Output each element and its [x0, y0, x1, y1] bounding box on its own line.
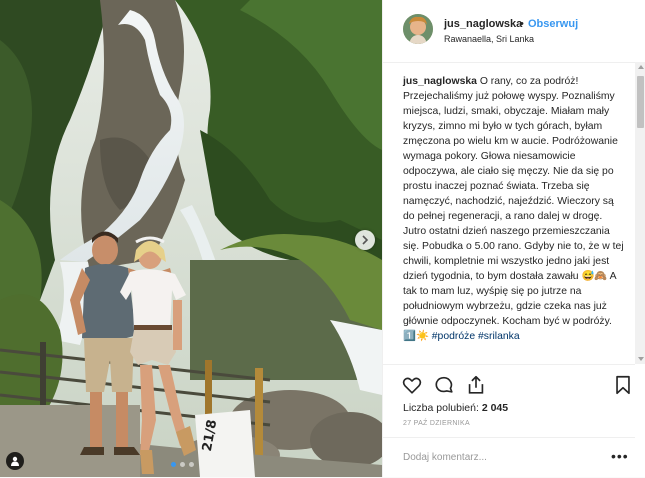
scroll-down-arrow[interactable]: [638, 357, 644, 361]
scrollbar-thumb[interactable]: [637, 76, 644, 128]
chevron-right-icon: [362, 235, 369, 245]
post-header: jus_naglowska • Obserwuj Rawanaella, Sri…: [383, 0, 635, 63]
next-photo-button[interactable]: [355, 230, 375, 250]
comment-button[interactable]: [433, 374, 455, 396]
caption-emoji: 1️⃣☀️: [403, 331, 429, 342]
scroll-up-arrow[interactable]: [638, 65, 644, 69]
comment-input[interactable]: [403, 452, 583, 463]
user-tag-button[interactable]: [6, 452, 24, 470]
post-location[interactable]: Rawanaella, Sri Lanka: [444, 34, 534, 44]
hashtag-link[interactable]: #podróże: [432, 331, 475, 342]
post-photo[interactable]: 21/8: [0, 0, 382, 477]
header-separator: •: [520, 18, 524, 30]
user-tag-icon: [11, 456, 19, 466]
post-actions: [383, 364, 635, 405]
hashtag-link[interactable]: #srilanka: [478, 331, 520, 342]
like-button[interactable]: [401, 374, 423, 396]
avatar[interactable]: [403, 14, 433, 44]
comment-icon: [435, 376, 453, 393]
carousel-dot-active: [171, 462, 176, 467]
share-button[interactable]: [465, 374, 487, 396]
post-caption: jus_naglowska O rany, co za podróż! Prze…: [403, 74, 625, 344]
post-username[interactable]: jus_naglowska: [444, 18, 522, 30]
carousel-dot: [189, 462, 194, 467]
likes-count[interactable]: Liczba polubień: 2 045: [403, 402, 508, 414]
post-details-panel: jus_naglowska • Obserwuj Rawanaella, Sri…: [382, 0, 645, 477]
avatar-image: [403, 14, 433, 44]
likes-value: 2 045: [481, 402, 509, 414]
heart-icon: [402, 377, 422, 394]
caption-text: O rany, co za podróż! Przejechaliśmy już…: [403, 76, 624, 327]
carousel-dot: [180, 462, 185, 467]
more-options-button[interactable]: •••: [611, 448, 629, 464]
caption-scrollbar[interactable]: [635, 62, 645, 364]
waterfall-photo: 21/8: [0, 0, 382, 477]
post-date[interactable]: 27 PAŹ DZIERNIKA: [403, 420, 470, 427]
share-icon: [468, 375, 484, 394]
bookmark-icon: [616, 375, 630, 395]
caption-author[interactable]: jus_naglowska: [403, 76, 477, 87]
carousel-indicator: [171, 462, 194, 467]
save-button[interactable]: [612, 374, 634, 396]
comment-area: •••: [383, 437, 635, 478]
instagram-post: 21/8 jus_naglowska • Obserwuj Rawanaella…: [0, 0, 645, 477]
follow-button[interactable]: Obserwuj: [528, 18, 578, 30]
likes-label: Liczba polubień:: [403, 402, 479, 414]
